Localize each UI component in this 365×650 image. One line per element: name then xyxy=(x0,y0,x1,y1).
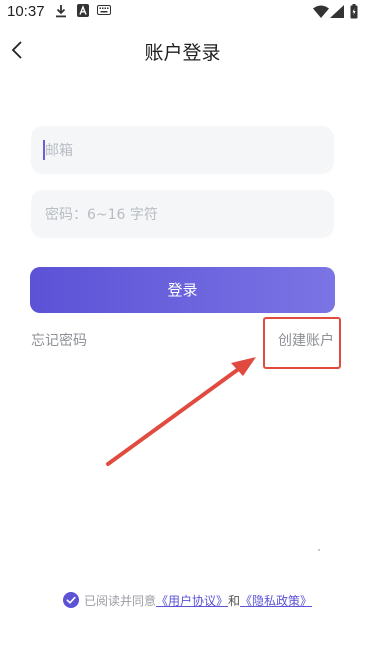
privacy-policy-link[interactable]: 《隐私政策》 xyxy=(240,592,312,609)
wifi-icon xyxy=(313,5,329,18)
user-agreement-link[interactable]: 《用户协议》 xyxy=(156,592,228,609)
highlight-box xyxy=(263,317,341,369)
page-title: 账户登录 xyxy=(144,42,221,64)
keyboard-icon xyxy=(97,5,111,15)
agreement-prefix: 已阅读并同意 xyxy=(84,593,157,608)
download-icon xyxy=(56,5,66,18)
password-field[interactable]: 密码：6~16 字符 xyxy=(31,190,334,238)
login-button[interactable]: 登录 xyxy=(30,267,335,313)
status-bar: 10:37 xyxy=(0,0,365,24)
forgot-password-link[interactable]: 忘记密码 xyxy=(31,330,87,350)
password-placeholder: 密码：6~16 字符 xyxy=(45,207,158,223)
a-icon xyxy=(77,4,89,17)
status-time: 10:37 xyxy=(7,3,45,20)
email-placeholder: 邮箱 xyxy=(45,143,73,159)
signal-icon xyxy=(330,5,344,18)
agreement-conjunction: 和 xyxy=(228,593,241,608)
check-circle-icon[interactable] xyxy=(63,592,79,608)
battery-icon xyxy=(350,4,358,19)
email-field[interactable]: 邮箱 xyxy=(31,126,334,174)
dot-mark xyxy=(318,549,320,551)
agreement-row: 已阅读并同意 《用户协议》 和 《隐私政策》 xyxy=(63,591,312,609)
